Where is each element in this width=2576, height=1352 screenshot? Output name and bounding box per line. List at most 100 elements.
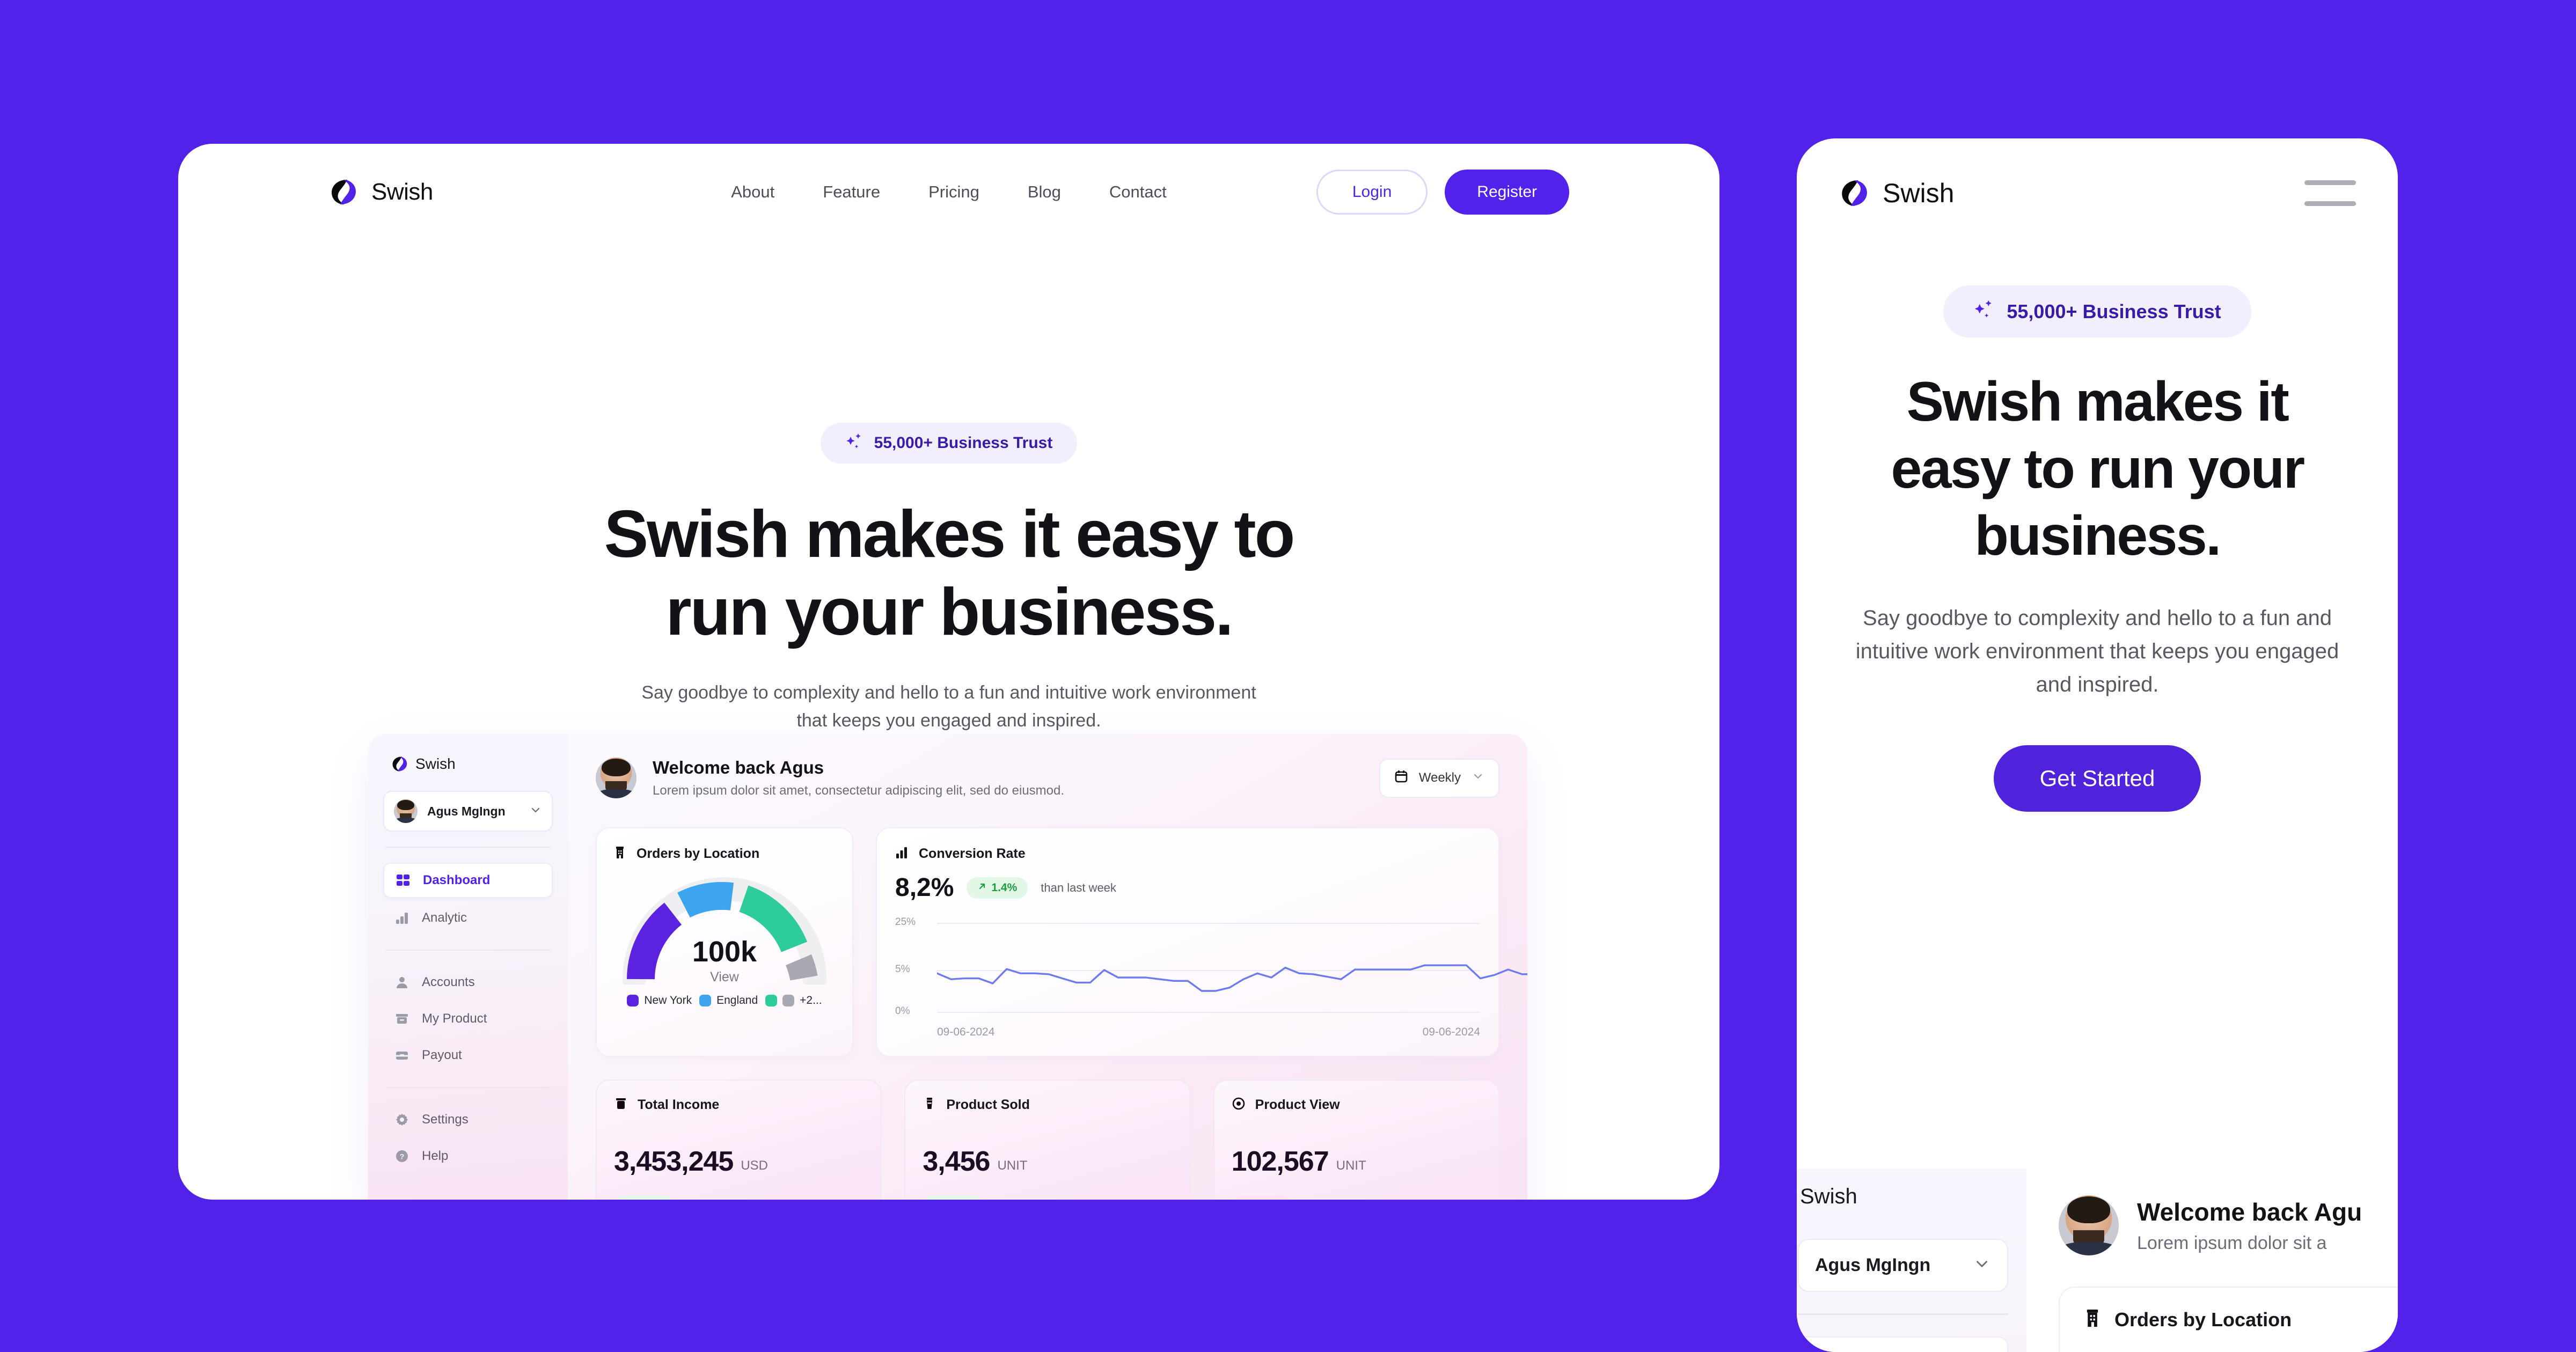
dashboard-sidebar: Swish Agus MgIngn Dashboard Analytic: [1797, 1169, 2026, 1352]
wallet-icon: [394, 1047, 410, 1063]
charts-row: Orders by Location 100k View New York En…: [596, 827, 1527, 1057]
delta-badge-up: 2.4%: [614, 1196, 675, 1200]
dashboard-main: Welcome back Agu Lorem ipsum dolor sit a…: [2026, 1169, 2398, 1352]
y-tick-label: 5%: [895, 964, 910, 975]
user-name: Agus MgIngn: [427, 804, 506, 818]
dashboard-header: Welcome back Agus Lorem ipsum dolor sit …: [596, 758, 1499, 798]
welcome-text: Welcome back Agu Lorem ipsum dolor sit a: [2137, 1197, 2362, 1254]
sidebar-item-label: Analytic: [422, 910, 467, 925]
nav-links: About Feature Pricing Blog Contact: [731, 182, 1167, 202]
login-button[interactable]: Login: [1316, 170, 1428, 215]
sidebar-item-label: Payout: [422, 1048, 462, 1062]
brand-name: Swish: [1883, 178, 1955, 208]
period-select[interactable]: Weekly: [1379, 758, 1499, 798]
hero-subtitle: Say goodbye to complexity and hello to a…: [1855, 606, 2339, 697]
trust-badge-label: 55,000+ Business Trust: [874, 434, 1053, 452]
conversion-value: 8,2%: [895, 873, 954, 902]
dashboard-preview: Swish Agus MgIngn Dashboard Analytic Acc…: [368, 734, 1527, 1200]
total-income-card: Total Income 3,453,245 USD 2.4%: [596, 1079, 882, 1200]
legend-label: England: [716, 994, 758, 1006]
sidebar-item-my-product[interactable]: My Product: [383, 1002, 553, 1035]
sidebar-divider: [385, 847, 551, 848]
welcome-subtitle: Lorem ipsum dolor sit a: [2137, 1232, 2327, 1253]
chevron-down-icon: [1472, 770, 1484, 787]
user-name: Agus MgIngn: [1815, 1255, 1931, 1275]
sidebar-item-help[interactable]: ? Help: [383, 1140, 553, 1173]
brand-name: Swish: [371, 179, 433, 205]
sidebar-item-accounts[interactable]: Accounts: [383, 966, 553, 999]
bar-chart-icon: [394, 910, 410, 926]
stat-value-row: 102,567 UNIT: [1232, 1145, 1481, 1178]
brand-logo[interactable]: Swish: [1839, 178, 1954, 209]
dashboard-brand[interactable]: Swish: [383, 755, 553, 773]
dashboard-sidebar: Swish Agus MgIngn Dashboard Analytic Acc…: [368, 734, 568, 1200]
bar-chart-icon: [895, 846, 909, 862]
stat-value: 3,456: [923, 1146, 990, 1177]
gauge-center-label: 100k View: [613, 935, 836, 985]
hamburger-menu-icon[interactable]: [2304, 176, 2356, 210]
nav-link-contact[interactable]: Contact: [1109, 182, 1167, 202]
stat-value-row: 3,456 UNIT: [923, 1145, 1172, 1178]
building-icon: [613, 846, 627, 862]
nav-link-feature[interactable]: Feature: [823, 182, 880, 202]
x-axis-labels: 09-06-2024 09-06-2024: [895, 1026, 1480, 1039]
x-end-label: 09-06-2024: [1422, 1026, 1480, 1038]
card-title: Orders by Location: [2114, 1308, 2292, 1331]
nav-link-blog[interactable]: Blog: [1028, 182, 1061, 202]
user-switcher[interactable]: Agus MgIngn: [1798, 1239, 2008, 1292]
chevron-down-icon: [1973, 1255, 1991, 1276]
avatar: [2059, 1195, 2119, 1255]
delta-value: 1.4%: [991, 881, 1018, 894]
delta-badge-up: 1.4%: [923, 1196, 984, 1200]
sparkle-icon: [845, 432, 863, 454]
user-switcher[interactable]: Agus MgIngn: [383, 791, 553, 832]
page-title: Swish makes it easy to run your business…: [178, 496, 1719, 651]
card-title: Product View: [1255, 1097, 1340, 1112]
cup-icon: [923, 1097, 936, 1113]
sidebar-item-analytic[interactable]: Analytic: [383, 901, 553, 935]
calendar-icon: [1394, 769, 1408, 787]
mobile-dashboard-preview: Swish Agus MgIngn Dashboard Analytic: [1797, 1169, 2398, 1352]
hero-title-line-2: easy to run your: [1891, 437, 2305, 500]
mobile-navbar: Swish: [1797, 138, 2398, 210]
product-view-card: Product View 102,567 UNIT 5.9%: [1213, 1079, 1499, 1200]
eye-icon: [1232, 1097, 1246, 1113]
nav-link-about[interactable]: About: [731, 182, 774, 202]
sidebar-divider: [1798, 1313, 2008, 1315]
delta-note: than last week: [1041, 880, 1116, 894]
card-title: Orders by Location: [636, 846, 760, 861]
sparkle-icon: [1973, 298, 1995, 325]
legend-label: New York: [644, 994, 692, 1006]
legend-swatch: [699, 995, 712, 1006]
nav-link-pricing[interactable]: Pricing: [928, 182, 979, 202]
user-icon: [394, 974, 410, 990]
product-sold-card: Product Sold 3,456 UNIT 1.4%: [904, 1079, 1191, 1200]
grid-icon: [395, 872, 411, 888]
sidebar-item-label: Dashboard: [423, 873, 491, 887]
register-button[interactable]: Register: [1445, 170, 1569, 215]
brand-logo[interactable]: Swish: [328, 178, 433, 207]
swish-logo-icon: [1839, 178, 1869, 208]
stat-footer: 1.4% than last week: [923, 1196, 1172, 1200]
welcome-subtitle: Lorem ipsum dolor sit amet, consectetur …: [653, 783, 1065, 798]
conversion-line-chart: 25% 5% 0%: [895, 916, 1527, 1018]
get-started-button[interactable]: Get Started: [1993, 745, 2201, 812]
dashboard-header: Welcome back Agu Lorem ipsum dolor sit a: [2059, 1195, 2398, 1255]
mobile-preview-card: Swish 55,000+ Business Trust Swish makes…: [1797, 138, 2398, 1352]
sidebar-item-dashboard[interactable]: Dashboard: [1798, 1336, 2008, 1352]
sidebar-item-payout[interactable]: Payout: [383, 1039, 553, 1072]
sidebar-item-label: My Product: [422, 1011, 487, 1026]
delta-badge-up: 1.4%: [967, 877, 1028, 899]
welcome-title: Welcome back Agus: [653, 758, 824, 777]
hamburger-bar: [2304, 180, 2356, 185]
page-title: Swish makes it easy to run your business…: [1823, 369, 2372, 569]
sidebar-item-settings[interactable]: Settings: [383, 1103, 553, 1136]
stat-unit: USD: [741, 1158, 769, 1173]
sidebar-item-dashboard[interactable]: Dashboard: [383, 863, 553, 898]
stat-footer: 5.9% than last week: [1231, 1196, 1481, 1200]
svg-text:?: ?: [400, 1152, 405, 1161]
nav-actions: Login Register: [1316, 170, 1569, 215]
sidebar-divider: [385, 950, 551, 951]
legend-swatch: [782, 995, 795, 1006]
legend-item: New York: [627, 994, 692, 1007]
